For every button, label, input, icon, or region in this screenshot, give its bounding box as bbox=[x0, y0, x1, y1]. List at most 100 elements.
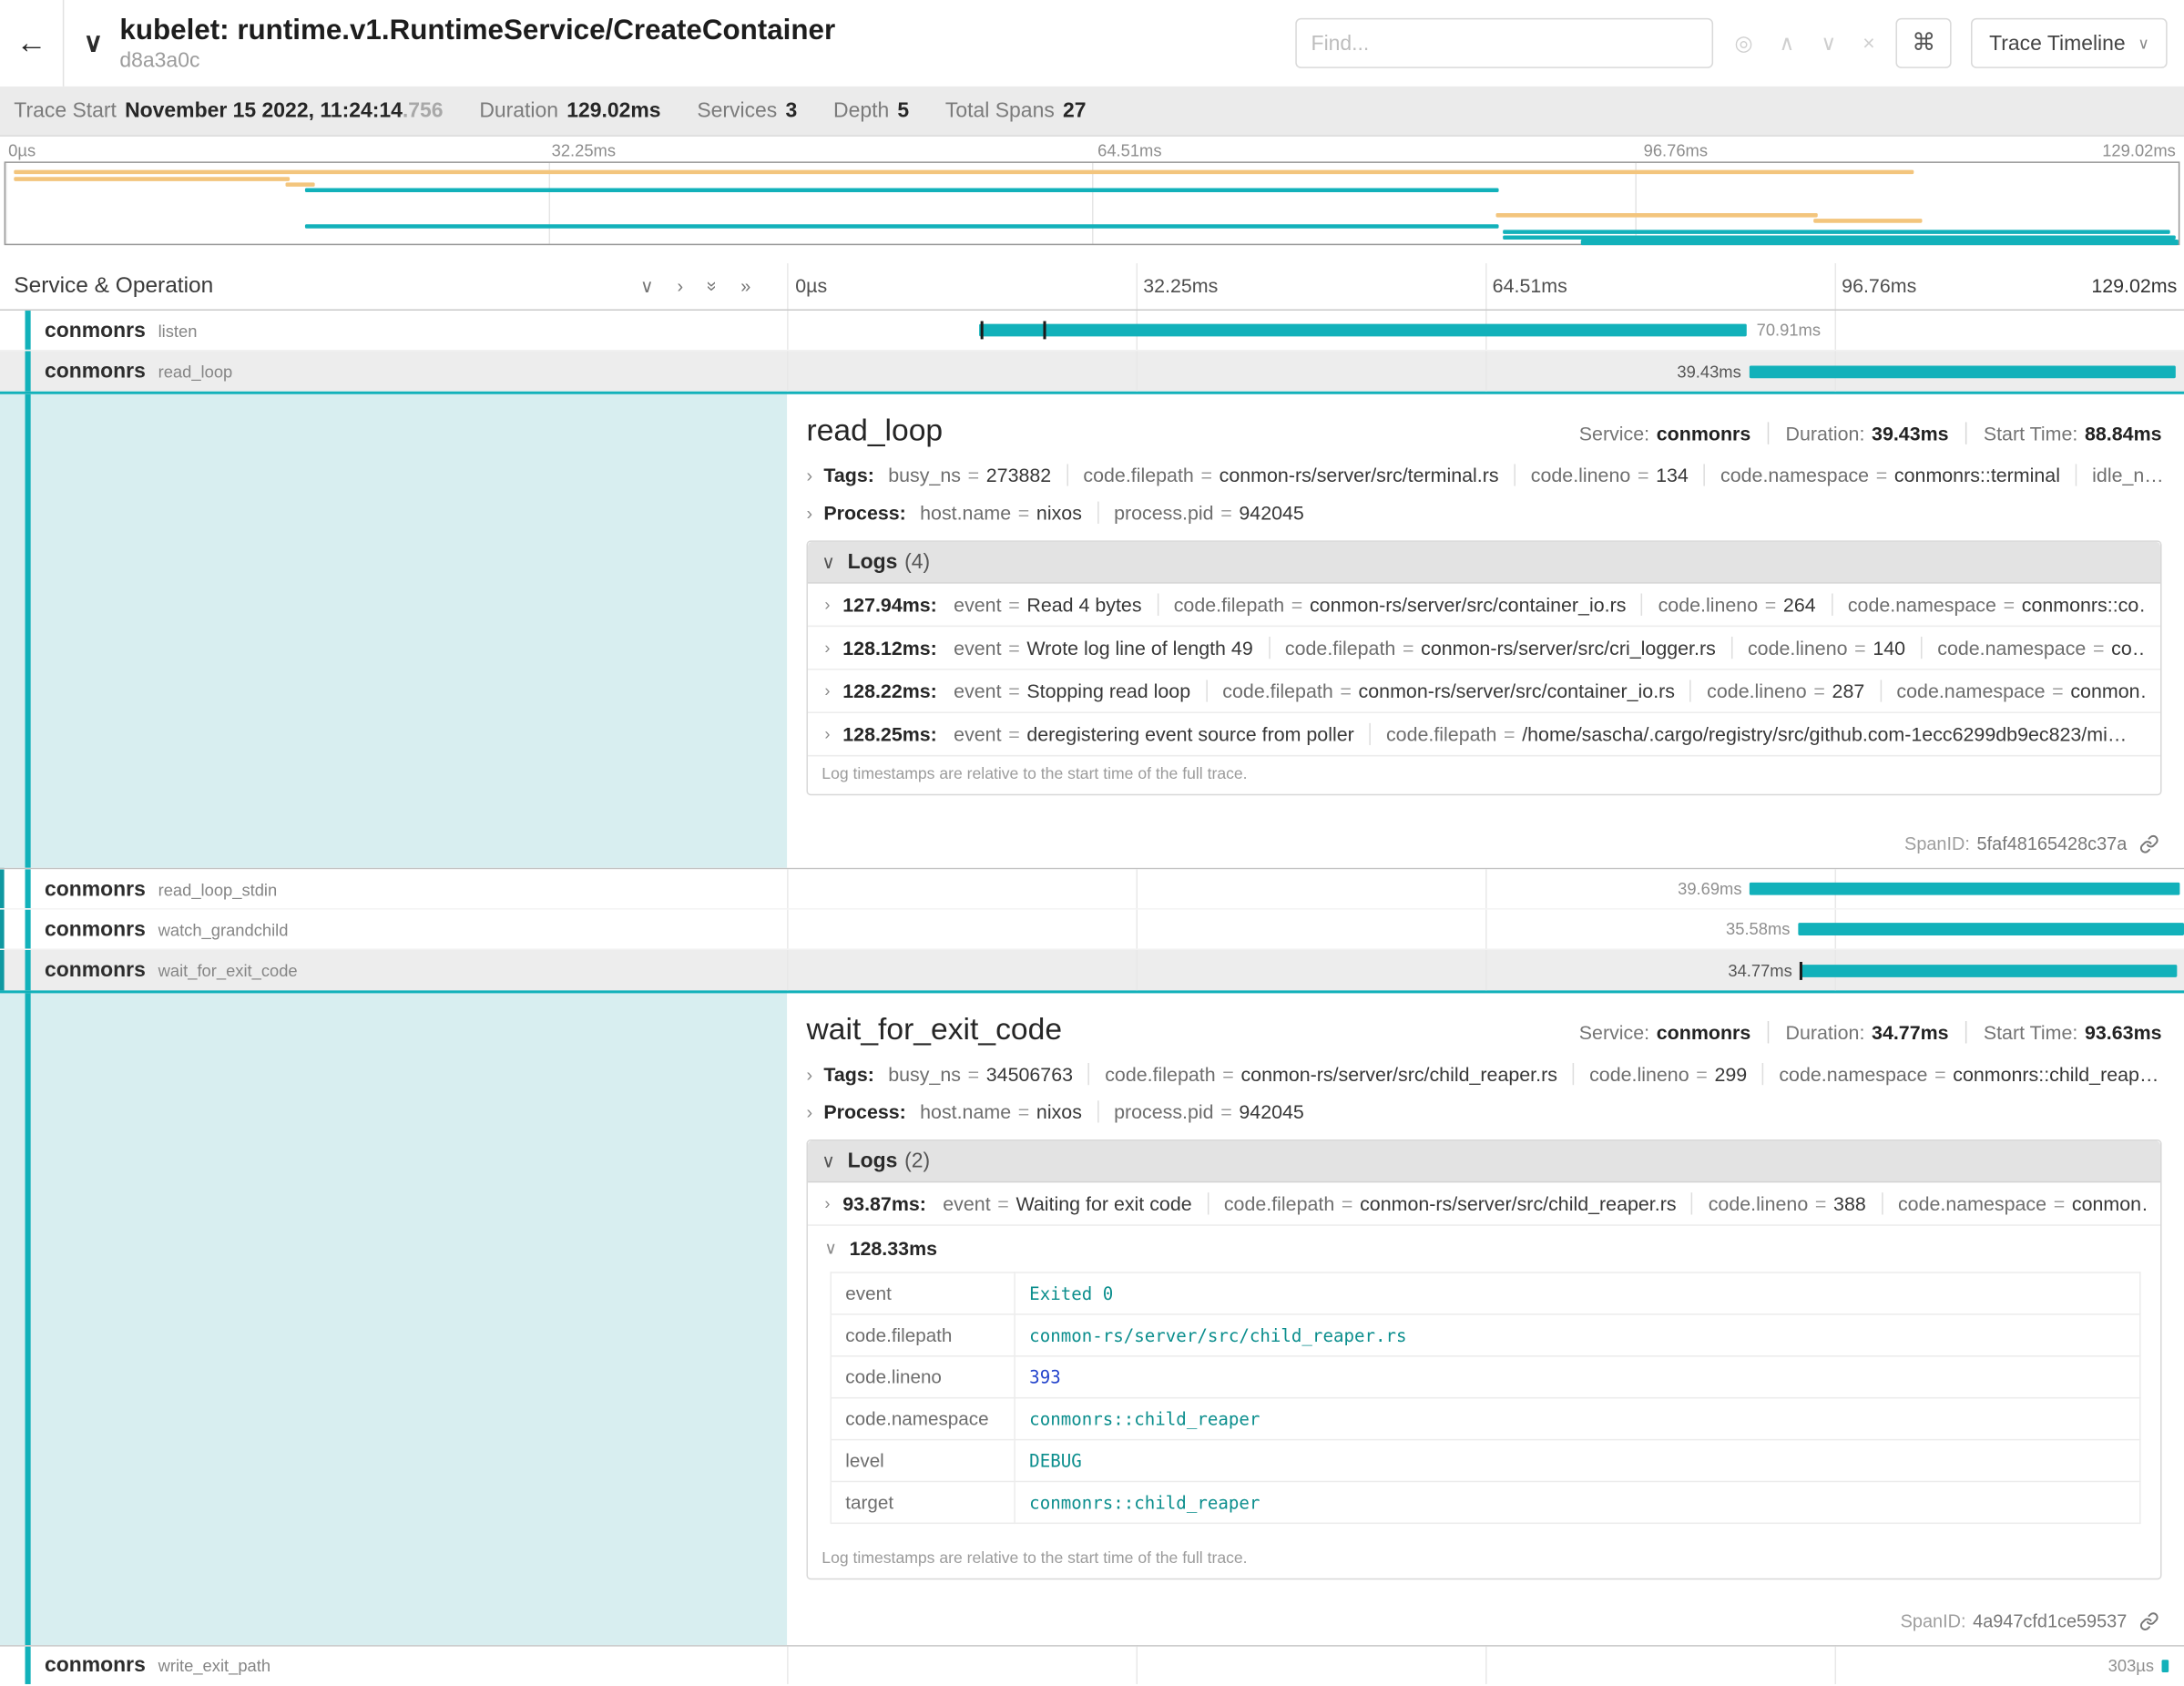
key-value-item: code.lineno264 bbox=[1641, 593, 1815, 615]
expand-one-icon[interactable]: › bbox=[678, 276, 684, 297]
collapse-one-icon[interactable]: ∨ bbox=[640, 275, 654, 297]
meta-start-time: Start Time:88.84ms bbox=[1965, 422, 2162, 444]
span-timeline-cell[interactable]: 39.43ms bbox=[787, 351, 2184, 391]
span-name-group[interactable]: conmonrs read_loop_stdin bbox=[45, 877, 277, 901]
next-match-icon[interactable]: ∨ bbox=[1821, 31, 1836, 56]
span-row-left[interactable]: conmonrs listen bbox=[0, 311, 787, 350]
process-label: Process: bbox=[823, 1100, 905, 1122]
span-row-wait-for-exit-code[interactable]: conmonrs wait_for_exit_code 34.77ms bbox=[0, 950, 2184, 990]
operation-name: listen bbox=[158, 322, 198, 341]
chevron-down-icon: ∨ bbox=[2138, 34, 2148, 52]
process-row[interactable]: › Process: host.namenixosprocess.pid9420… bbox=[806, 502, 2161, 524]
span-duration-bar[interactable] bbox=[1798, 923, 2183, 935]
minimap-tick: 32.25ms bbox=[552, 140, 616, 159]
operation-name: wait_for_exit_code bbox=[158, 961, 298, 980]
log-entry[interactable]: › 127.94ms: eventRead 4 bytescode.filepa… bbox=[808, 584, 2160, 627]
span-row-write-exit-path[interactable]: conmonrs write_exit_path 303µs bbox=[0, 1647, 2184, 1684]
trace-view-selector-button[interactable]: Trace Timeline ∨ bbox=[1971, 18, 2167, 68]
log-entry[interactable]: › 128.12ms: eventWrote log line of lengt… bbox=[808, 627, 2160, 669]
span-duration-bar[interactable] bbox=[1801, 964, 2177, 976]
span-duration-bar[interactable] bbox=[2161, 1659, 2169, 1671]
tags-row[interactable]: › Tags: busy_ns273882code.filepathconmon… bbox=[806, 464, 2161, 485]
span-row-listen[interactable]: conmonrs listen 70.91ms bbox=[0, 311, 2184, 351]
trace-services-count: Services3 bbox=[697, 99, 797, 123]
chevron-down-icon: ∨ bbox=[822, 551, 835, 573]
trace-header-toggle-icon[interactable]: ∨ bbox=[84, 27, 103, 59]
span-detail-content: read_loop Service:conmonrs Duration:39.4… bbox=[787, 394, 2184, 868]
field-value: conmonrs::child_reaper bbox=[1015, 1481, 2140, 1523]
operation-name: write_exit_path bbox=[158, 1656, 270, 1675]
span-duration-bar[interactable] bbox=[1750, 883, 2179, 895]
span-name-group[interactable]: conmonrs write_exit_path bbox=[45, 1653, 270, 1677]
log-entry[interactable]: › 93.87ms: eventWaiting for exit codecod… bbox=[808, 1182, 2160, 1225]
span-duration-bar[interactable] bbox=[979, 324, 1747, 337]
minimap-canvas[interactable] bbox=[5, 161, 2180, 245]
process-row[interactable]: › Process: host.namenixosprocess.pid9420… bbox=[806, 1100, 2161, 1122]
timeline-ruler: 0µs 32.25ms 64.51ms 96.76ms 129.02ms bbox=[787, 263, 2184, 309]
logs-header[interactable]: ∨ Logs (2) bbox=[808, 1141, 2160, 1183]
span-name-group[interactable]: conmonrs wait_for_exit_code bbox=[45, 958, 298, 982]
key-value-item: idle_n… bbox=[2076, 464, 2162, 485]
operation-name: watch_grandchild bbox=[158, 920, 289, 939]
link-icon[interactable] bbox=[2139, 1611, 2158, 1630]
span-timeline-cell[interactable]: 70.91ms bbox=[787, 311, 2184, 350]
log-fields: eventRead 4 bytes code.filepathconmon-rs/… bbox=[954, 593, 2147, 615]
span-row-left[interactable]: conmonrs read_loop_stdin bbox=[0, 869, 787, 908]
span-row-left[interactable]: conmonrs write_exit_path bbox=[0, 1647, 787, 1684]
service-color-strip bbox=[26, 993, 31, 1645]
minimap-span-segment bbox=[1496, 213, 1818, 218]
log-entry-expanded[interactable]: ∨ 128.33ms bbox=[808, 1226, 2160, 1269]
key-value-item: code.namespaceconmonrs::child_reap… bbox=[1762, 1063, 2158, 1085]
chevron-right-icon: › bbox=[824, 1194, 830, 1213]
key-value-item: code.filepathconmon-rs/server/src/contai… bbox=[1157, 593, 1626, 615]
span-name-group[interactable]: conmonrs watch_grandchild bbox=[45, 917, 289, 941]
span-timeline-cell[interactable]: 34.77ms bbox=[787, 950, 2184, 990]
key-value-item: code.filepath/home/sascha/.cargo/registr… bbox=[1370, 723, 2128, 745]
span-timeline-cell[interactable]: 303µs bbox=[787, 1647, 2184, 1684]
logs-header[interactable]: ∨ Logs (4) bbox=[808, 542, 2160, 584]
service-color-strip bbox=[26, 311, 31, 350]
find-input[interactable] bbox=[1296, 18, 1714, 68]
minimap-tick: 0µs bbox=[8, 140, 36, 159]
prev-match-icon[interactable]: ∧ bbox=[1780, 31, 1795, 56]
minimap-span-segment bbox=[1581, 240, 2179, 245]
log-fields: eventderegistering event source from pol… bbox=[954, 723, 2127, 745]
key-value-item: code.filepathconmon-rs/server/src/termin… bbox=[1066, 464, 1499, 485]
tags-row[interactable]: › Tags: busy_ns34506763code.filepathconm… bbox=[806, 1063, 2161, 1085]
span-timeline-cell[interactable]: 35.58ms bbox=[787, 910, 2184, 949]
trace-id: d8a3a0c bbox=[119, 48, 835, 72]
log-entry[interactable]: › 128.22ms: eventStopping read loopcode.… bbox=[808, 670, 2160, 713]
minimap-span-segment bbox=[286, 182, 314, 187]
span-row-watch-grandchild[interactable]: conmonrs watch_grandchild 35.58ms bbox=[0, 910, 2184, 950]
focus-match-icon[interactable]: ◎ bbox=[1734, 31, 1752, 56]
span-log-tick bbox=[1799, 961, 1801, 979]
collapse-all-icon[interactable]: » bbox=[701, 281, 722, 291]
link-icon[interactable] bbox=[2139, 833, 2158, 853]
service-color-strip bbox=[26, 351, 31, 391]
field-key: code.lineno bbox=[831, 1356, 1015, 1398]
clear-search-icon[interactable]: × bbox=[1863, 31, 1874, 55]
span-row-left[interactable]: conmonrs read_loop bbox=[0, 351, 787, 391]
log-timestamp: 93.87ms: bbox=[842, 1192, 926, 1214]
keyboard-shortcuts-button[interactable]: ⌘ bbox=[1896, 18, 1952, 68]
span-detail-left-gutter bbox=[0, 394, 787, 868]
span-row-read-loop-stdin[interactable]: conmonrs read_loop_stdin 39.69ms bbox=[0, 869, 2184, 909]
expand-all-icon[interactable]: » bbox=[740, 276, 750, 297]
span-row-left[interactable]: conmonrs wait_for_exit_code bbox=[0, 950, 787, 990]
span-row-left[interactable]: conmonrs watch_grandchild bbox=[0, 910, 787, 949]
key-value-item: eventRead 4 bytes bbox=[954, 593, 1141, 615]
table-row: level DEBUG bbox=[831, 1440, 2140, 1482]
operation-name: read_loop bbox=[158, 363, 233, 382]
log-entry[interactable]: › 128.25ms: eventderegistering event sou… bbox=[808, 713, 2160, 756]
key-value-item: code.lineno287 bbox=[1690, 680, 1864, 701]
span-row-read-loop[interactable]: conmonrs read_loop 39.43ms bbox=[0, 351, 2184, 391]
back-button[interactable]: ← bbox=[0, 0, 64, 87]
expand-collapse-toolbar: ∨ › » » bbox=[640, 275, 750, 297]
spanid-label: SpanID: bbox=[1901, 1610, 1966, 1631]
span-name-group[interactable]: conmonrs listen bbox=[45, 318, 198, 342]
span-name-group[interactable]: conmonrs read_loop bbox=[45, 360, 232, 383]
key-value-item: code.namespaceco… bbox=[1921, 637, 2147, 659]
span-timeline-cell[interactable]: 39.69ms bbox=[787, 869, 2184, 908]
timeline-header-row: Service & Operation ∨ › » » 0µs 32.25ms … bbox=[0, 263, 2184, 311]
span-duration-bar[interactable] bbox=[1749, 365, 2176, 378]
